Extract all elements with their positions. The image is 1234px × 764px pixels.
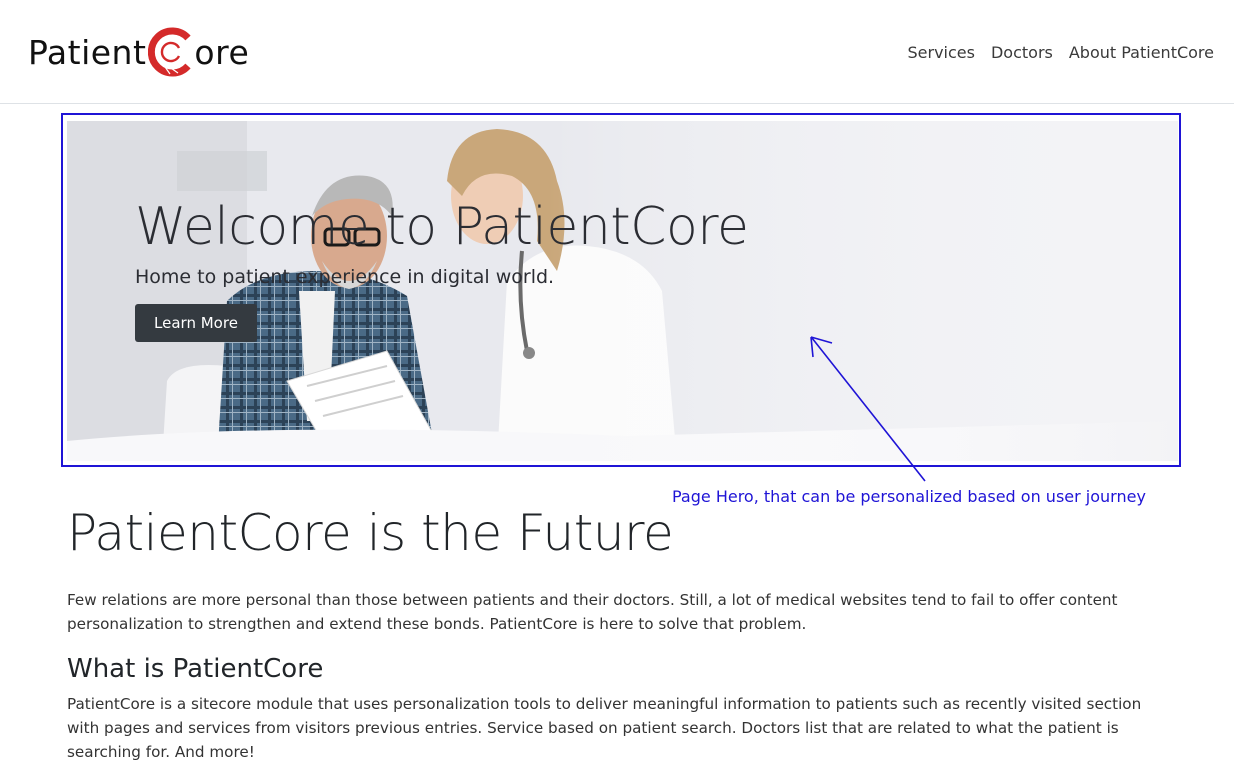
brand-name-suffix: ore <box>194 32 250 72</box>
nav-item-services[interactable]: Services <box>908 43 975 62</box>
brand-name-prefix: Patient <box>28 32 147 72</box>
nav-item-doctors[interactable]: Doctors <box>991 43 1053 62</box>
intro-paragraph: Few relations are more personal than tho… <box>67 591 1118 633</box>
section-heading: What is PatientCore <box>67 654 324 684</box>
patientcore-logo-icon <box>148 26 194 78</box>
nav-item-about[interactable]: About PatientCore <box>1069 43 1214 62</box>
page-hero: Welcome to PatientCore Home to patient e… <box>67 121 1178 461</box>
hero-title: Welcome to PatientCore <box>135 197 749 257</box>
learn-more-button[interactable]: Learn More <box>135 304 257 342</box>
main-nav: Services Doctors About PatientCore <box>908 43 1215 62</box>
page-heading: PatientCore is the Future <box>67 504 674 562</box>
main-content: PatientCore is the Future Few relations … <box>67 498 1177 764</box>
navbar: Patient ore Services Doctors About Patie… <box>0 0 1234 104</box>
hero-image <box>67 121 1178 461</box>
hero-subtitle: Home to patient experience in digital wo… <box>135 266 555 288</box>
brand-logo[interactable]: Patient ore <box>28 26 249 78</box>
body-paragraph: PatientCore is a sitecore module that us… <box>67 695 1142 761</box>
